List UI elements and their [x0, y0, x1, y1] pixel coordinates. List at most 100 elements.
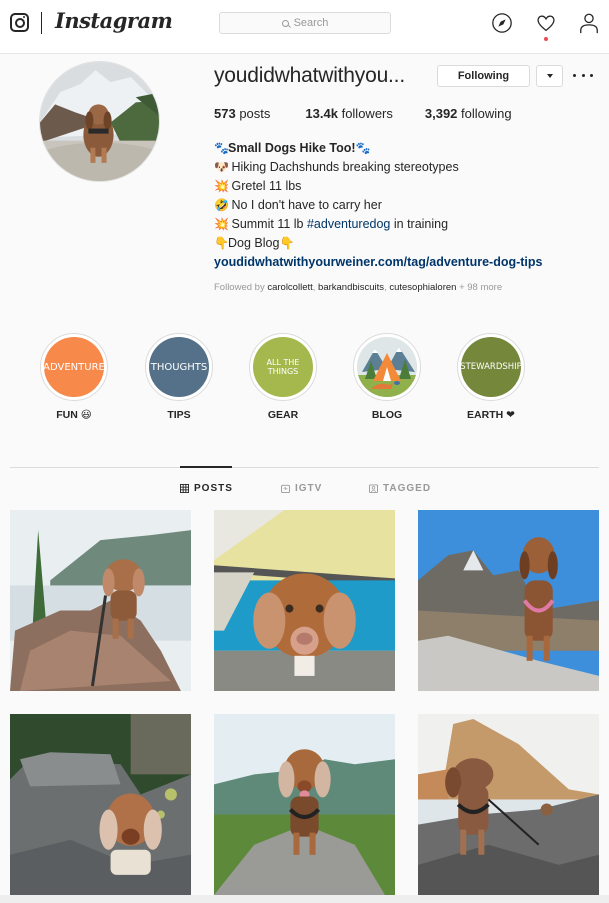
more-options-button[interactable] [573, 66, 593, 84]
followed-by-more[interactable]: + 98 more [459, 282, 502, 293]
bio-line: 👇Dog Blog👇 [214, 234, 594, 253]
bio-line-text: Dog Blog [228, 236, 280, 250]
highlight-label: BLOG [371, 409, 403, 421]
dog-in-camo-vest-on-rocks-photo [10, 714, 191, 895]
posts-count-value: 573 [214, 106, 236, 121]
follower-username[interactable]: carolcollett [267, 282, 312, 293]
paw-prints-icon: 🐾 [355, 141, 371, 155]
bio-line-text: Summit 11 lb [231, 217, 307, 231]
following-count-value: 3,392 [424, 106, 458, 121]
nav-divider [41, 12, 42, 34]
profile-username: youdidwhatwithyou... [214, 64, 405, 87]
highlight-label: FUN 😃 [56, 409, 92, 421]
active-tab-indicator [180, 466, 232, 468]
tab-posts[interactable]: POSTS [180, 483, 233, 494]
igtv-icon [281, 484, 290, 493]
followers-count-value: 13.4k [305, 106, 338, 121]
bio-line: 💥 Gretel 11 lbs [214, 177, 594, 196]
highlight-cover-art: THOUGHTS [149, 337, 209, 397]
highlight-tips[interactable]: THOUGHTS TIPS [139, 333, 219, 421]
suggested-accounts-dropdown-button[interactable] [536, 65, 563, 87]
profile-stats: 573 posts 13.4k followers 3,392 followin… [214, 106, 547, 121]
dot-icon [590, 73, 593, 77]
paw-prints-icon: 🐾 [214, 141, 229, 155]
profile-avatar[interactable] [39, 61, 160, 182]
highlight-cover: ALL THE THINGS [249, 333, 317, 401]
profile-bio: 🐾Small Dogs Hike Too!🐾 🐶 Hiking Dachshun… [214, 139, 594, 272]
bio-line-text: Gretel 11 lbs [231, 179, 302, 193]
top-navigation-bar: Instagram Search [0, 0, 609, 54]
dot-icon [581, 73, 585, 77]
post-thumbnail[interactable] [418, 510, 599, 691]
following-count-label: following [461, 106, 512, 121]
dot-icon [573, 73, 576, 77]
bio-line: youdidwhatwithyourweiner.com/tag/adventu… [214, 253, 594, 272]
followers-count-label: followers [341, 106, 393, 121]
post-thumbnail[interactable] [10, 714, 191, 895]
posts-count-label: posts [239, 106, 271, 121]
followed-by-prefix: Followed by [214, 282, 268, 293]
bio-line: 🤣 No I don't have to carry her [214, 196, 594, 215]
highlight-earth[interactable]: STEWARDSHIP EARTH ❤ [451, 333, 531, 421]
activity-heart-icon[interactable] [535, 12, 557, 34]
bio-line: 🐶 Hiking Dachshunds breaking stereotypes [214, 158, 594, 177]
camping-tent-illustration-icon [357, 337, 417, 397]
notification-dot [544, 37, 548, 41]
highlight-cover: ADVENTURE [40, 333, 108, 401]
highlight-cover: STEWARDSHIP [457, 333, 525, 401]
dog-on-boulder-green-valley-photo [214, 714, 395, 895]
highlight-cover-art: ALL THE THINGS [253, 337, 313, 397]
collision-icon: 💥 [214, 179, 229, 193]
highlight-cover: THOUGHTS [145, 333, 213, 401]
following-button[interactable]: Following [437, 65, 530, 87]
profile-person-icon[interactable] [578, 12, 600, 34]
highlight-cover-art: ADVENTURE [44, 337, 104, 397]
dog-in-tent-photo [214, 510, 395, 691]
highlight-blog[interactable]: BLOG [347, 333, 427, 421]
bio-line-text: in training [390, 217, 449, 231]
followed-by[interactable]: Followed by carolcollett, barkandbiscuit… [214, 282, 502, 293]
highlight-label: EARTH ❤ [467, 409, 515, 421]
pointing-down-icon: 👇 [214, 236, 229, 250]
explore-compass-icon[interactable] [491, 12, 513, 34]
post-thumbnail[interactable] [10, 510, 191, 691]
post-thumbnail[interactable] [214, 510, 395, 691]
tab-tagged[interactable]: TAGGED [369, 483, 431, 494]
tab-label: POSTS [194, 483, 233, 494]
highlight-cover [353, 333, 421, 401]
followers-count[interactable]: 13.4k followers [305, 106, 392, 121]
instagram-glyph-icon[interactable] [10, 13, 29, 32]
tab-igtv[interactable]: IGTV [281, 483, 322, 494]
collision-icon: 💥 [214, 217, 229, 231]
highlight-fun[interactable]: ADVENTURE FUN 😃 [34, 333, 114, 421]
tab-label: IGTV [295, 483, 323, 494]
posts-count: 573 posts [214, 106, 270, 121]
highlight-cover-art: STEWARDSHIP [461, 337, 521, 397]
window-bottom-edge [0, 895, 609, 903]
highlight-label: GEAR [267, 409, 299, 421]
search-icon [281, 19, 289, 27]
bio-website-link[interactable]: youdidwhatwithyourweiner.com/tag/adventu… [214, 255, 543, 269]
dog-on-granite-with-mountains-photo [418, 510, 599, 691]
grid-icon [180, 484, 189, 493]
caret-down-icon [546, 74, 553, 78]
dog-by-river-and-cliff-photo [418, 714, 599, 895]
follower-username[interactable]: barkandbiscuits [318, 282, 384, 293]
tabs-divider [10, 467, 599, 468]
bio-line-text: Hiking Dachshunds breaking stereotypes [231, 160, 459, 174]
hashtag-link[interactable]: #adventuredog [307, 217, 390, 231]
tab-label: TAGGED [383, 483, 432, 494]
bio-display-name: Small Dogs Hike Too! [228, 141, 356, 155]
highlight-gear[interactable]: ALL THE THINGS GEAR [243, 333, 323, 421]
bio-name-line: 🐾Small Dogs Hike Too!🐾 [214, 139, 594, 158]
rofl-face-icon: 🤣 [214, 198, 229, 212]
dog-on-rock-by-lake-photo [10, 510, 191, 691]
follower-username[interactable]: cutesophialoren [389, 282, 456, 293]
following-count[interactable]: 3,392 following [425, 106, 512, 121]
post-thumbnail[interactable] [418, 714, 599, 895]
dog-face-icon: 🐶 [214, 160, 229, 174]
instagram-wordmark-logo[interactable]: Instagram [55, 8, 173, 33]
search-placeholder: Search [293, 17, 329, 29]
post-thumbnail[interactable] [214, 714, 395, 895]
search-input[interactable]: Search [219, 12, 391, 34]
